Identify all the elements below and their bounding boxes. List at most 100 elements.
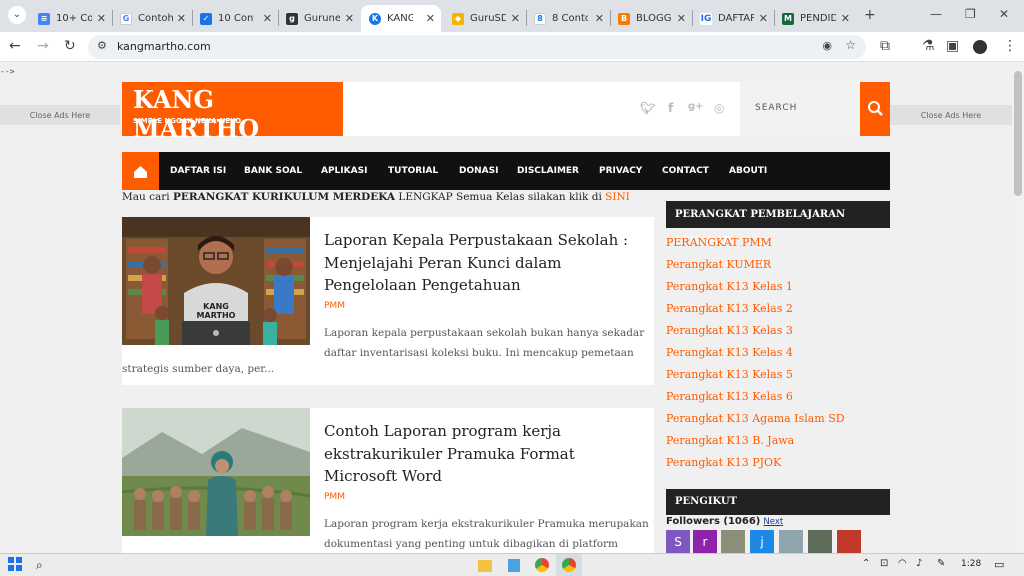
follower-avatar[interactable]: S (666, 530, 690, 553)
nav-aplikasi[interactable]: APLIKASI (321, 166, 367, 176)
post-thumbnail[interactable] (122, 408, 310, 536)
follower-avatar[interactable]: r (693, 530, 717, 553)
site-logo[interactable]: KANG MARTHO SIMPLE NGGAK NEKA-NEKO (122, 82, 343, 143)
close-tab-icon[interactable]: ✕ (345, 12, 354, 25)
chrome-icon[interactable] (535, 558, 549, 572)
tab-7[interactable]: 8 8 Contoh ✕ (526, 5, 610, 32)
close-tab-icon[interactable]: ✕ (759, 12, 768, 25)
app-icon[interactable] (508, 559, 520, 572)
nav-privacy[interactable]: PRIVACY (599, 166, 642, 176)
post-excerpt: Laporan kepala perpustakaan sekolah buka… (324, 327, 645, 359)
chrome-active-icon[interactable] (556, 554, 582, 576)
sidebar-link[interactable]: Perangkat K13 Kelas 6 (666, 390, 793, 403)
search-button[interactable] (860, 82, 890, 136)
nav-contact[interactable]: CONTACT (662, 166, 709, 176)
close-ads-left[interactable]: Close Ads Here (0, 105, 120, 125)
tab-active[interactable]: K KANG MARTHO ✕ (361, 5, 441, 32)
forward-icon[interactable]: → (37, 38, 49, 54)
twitter-icon[interactable]: 🐦︎ (640, 101, 655, 115)
facebook-icon[interactable]: f (668, 101, 673, 115)
tab-3[interactable]: ✓ 10 Contoh ✕ (192, 5, 278, 32)
side-panel-icon[interactable]: ▣ (946, 38, 959, 54)
url-text[interactable]: kangmartho.com (117, 40, 211, 53)
network-icon[interactable]: ⊡ (880, 558, 888, 569)
close-tab-icon[interactable]: ✕ (97, 12, 106, 25)
close-tab-icon[interactable]: ✕ (841, 12, 850, 25)
instagram-icon[interactable]: ◎ (714, 101, 724, 115)
post-category[interactable]: PMM (324, 301, 345, 311)
close-tab-icon[interactable]: ✕ (426, 12, 435, 25)
back-icon[interactable]: ← (9, 38, 21, 54)
post-category[interactable]: PMM (324, 492, 345, 502)
close-tab-icon[interactable]: ✕ (677, 12, 686, 25)
new-tab-icon[interactable]: + (864, 7, 876, 23)
tab-6[interactable]: ◆ GuruSD ✕ (444, 5, 526, 32)
restore-icon[interactable]: ❐ (965, 7, 976, 21)
close-window-icon[interactable]: ✕ (999, 7, 1009, 21)
post-thumbnail[interactable]: KANG MARTHO (122, 217, 310, 345)
address-bar[interactable]: ⚙ kangmartho.com ◉ ☆ (88, 35, 866, 59)
clock[interactable]: 1:28 (961, 559, 981, 569)
nav-daftar-isi[interactable]: DAFTAR ISI (170, 166, 226, 176)
notifications-icon[interactable]: ▭ (994, 558, 1004, 571)
page-scrollbar[interactable] (1012, 63, 1024, 553)
post-title[interactable]: Laporan Kepala Perpustakaan Sekolah : Me… (324, 229, 652, 297)
bookmark-star-icon[interactable]: ☆ (845, 38, 856, 52)
windows-start-icon[interactable] (8, 557, 24, 573)
sidebar-link[interactable]: Perangkat K13 Kelas 2 (666, 302, 793, 315)
reload-icon[interactable]: ↻ (64, 38, 76, 54)
tab-4[interactable]: g Gurune ✕ (278, 5, 360, 32)
close-ads-right[interactable]: Close Ads Here (890, 105, 1012, 125)
nav-disclaimer[interactable]: DISCLAIMER (517, 166, 579, 176)
scout-illustration (122, 408, 310, 536)
pen-icon[interactable]: ✎ (937, 558, 945, 569)
notice-link[interactable]: SINI (605, 191, 630, 203)
follower-avatar[interactable] (721, 530, 745, 553)
profile-avatar[interactable] (973, 40, 987, 54)
tab-10[interactable]: M PENDIDIKAN ✕ (774, 5, 856, 32)
sidebar-link[interactable]: Perangkat K13 Agama Islam SD (666, 412, 845, 425)
chevron-up-icon[interactable]: ⌃ (862, 558, 870, 569)
follower-avatar[interactable]: j (750, 530, 774, 553)
close-tab-icon[interactable]: ✕ (263, 12, 272, 25)
sidebar-link[interactable]: Perangkat K13 Kelas 4 (666, 346, 793, 359)
menu-icon[interactable]: ⋮ (1003, 38, 1017, 54)
tab-search-button[interactable]: ⌄ (8, 6, 26, 24)
close-tab-icon[interactable]: ✕ (511, 12, 520, 25)
sidebar-link[interactable]: PERANGKAT PMM (666, 236, 772, 249)
file-explorer-icon[interactable] (478, 560, 492, 572)
nav-bank-soal[interactable]: BANK SOAL (244, 166, 302, 176)
nav-donasi[interactable]: DONASI (459, 166, 498, 176)
site-info-icon[interactable]: ⚙ (97, 39, 107, 52)
sidebar-link[interactable]: Perangkat K13 Kelas 1 (666, 280, 793, 293)
tab-2[interactable]: G Contoh ✕ (112, 5, 192, 32)
eye-off-icon[interactable]: ◉ (822, 39, 832, 52)
close-tab-icon[interactable]: ✕ (177, 12, 186, 25)
sidebar-link[interactable]: Perangkat KUMER (666, 258, 771, 271)
follower-avatar[interactable] (837, 530, 861, 553)
follower-avatar[interactable] (808, 530, 832, 553)
tab-1[interactable]: ≡ 10+ Contoh ✕ (30, 5, 112, 32)
minimize-icon[interactable]: — (930, 7, 942, 21)
sidebar-link[interactable]: Perangkat K13 B. Jawa (666, 434, 794, 447)
sidebar-link[interactable]: Perangkat K13 PJOK (666, 456, 781, 469)
home-button[interactable] (122, 152, 159, 190)
google-plus-icon[interactable]: g+ (688, 101, 704, 112)
labs-icon[interactable]: ⚗ (922, 38, 935, 54)
post-title[interactable]: Contoh Laporan program kerja ekstrakurik… (324, 420, 652, 488)
scrollbar-thumb[interactable] (1014, 71, 1022, 196)
nav-tutorial[interactable]: TUTORIAL (388, 166, 438, 176)
followers-next-link[interactable]: Next (763, 517, 783, 527)
close-tab-icon[interactable]: ✕ (595, 12, 604, 25)
nav-abouti[interactable]: ABOUTI (729, 166, 767, 176)
search-icon[interactable]: ⌕ (36, 558, 43, 573)
volume-icon[interactable]: ♪ (916, 558, 922, 569)
tab-8[interactable]: B BLOGGER ✕ (610, 5, 692, 32)
sidebar-link[interactable]: Perangkat K13 Kelas 5 (666, 368, 793, 381)
tab-9[interactable]: IG DAFTAR ✕ (692, 5, 774, 32)
sidebar-link[interactable]: Perangkat K13 Kelas 3 (666, 324, 793, 337)
wifi-icon[interactable]: ◠ (898, 558, 907, 569)
follower-avatar[interactable] (779, 530, 803, 553)
extensions-icon[interactable]: ⧉ (880, 38, 890, 54)
search-input[interactable]: SEARCH (740, 82, 860, 136)
